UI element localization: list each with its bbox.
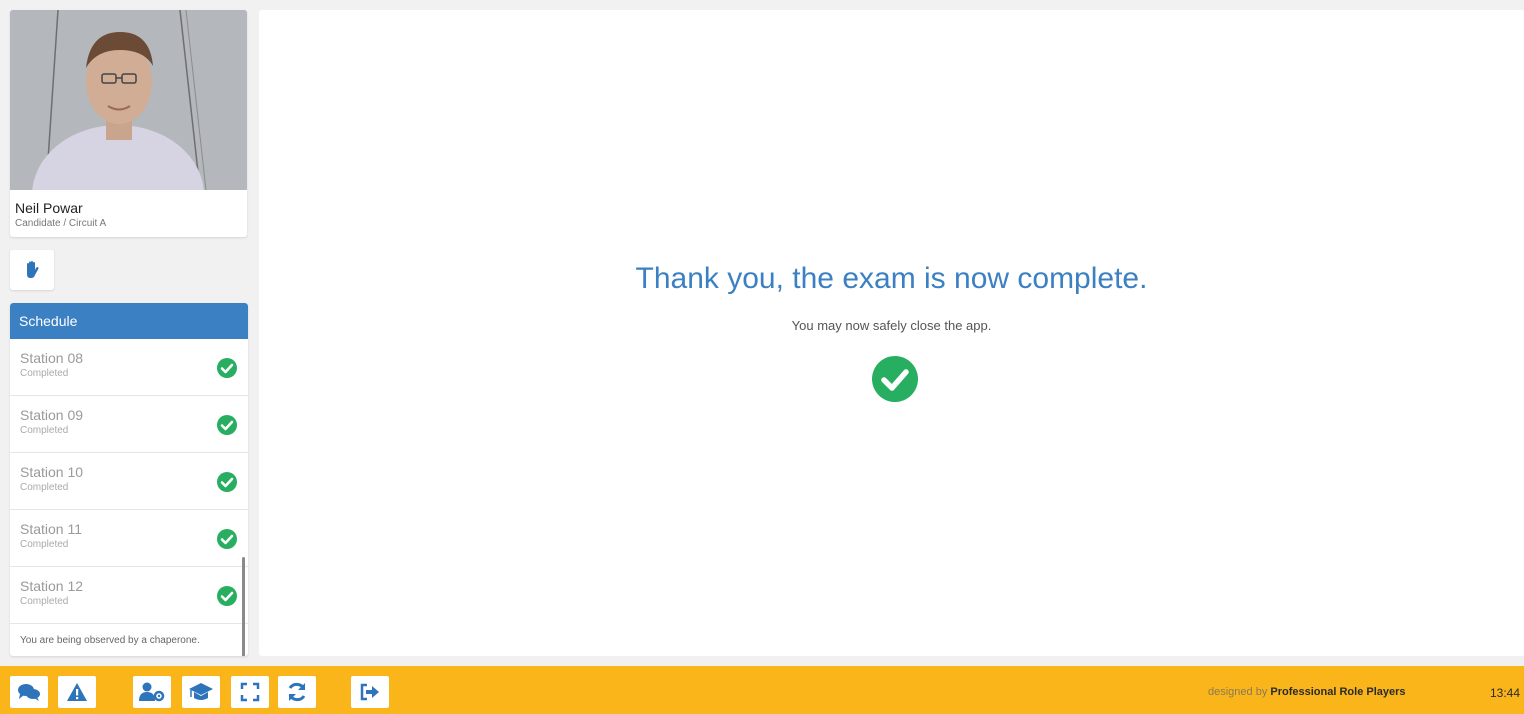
hand-icon: [27, 261, 39, 278]
check-circle-icon: [217, 472, 237, 492]
station-name: Station 09: [20, 407, 84, 423]
credit-text: designed by Professional Role Players: [1208, 686, 1406, 698]
chat-icon: [18, 684, 40, 701]
station-status: Completed: [20, 425, 69, 436]
schedule-list: Station 08 Completed Station 09 Complete…: [10, 339, 248, 656]
report-issue-button[interactable]: [58, 676, 96, 708]
refresh-icon: [288, 682, 306, 702]
main-panel: Thank you, the exam is now complete. You…: [259, 10, 1524, 656]
schedule-header: Schedule: [10, 303, 248, 339]
fullscreen-button[interactable]: [231, 676, 269, 708]
webcam-feed: [10, 10, 247, 190]
completion-subtitle: You may now safely close the app.: [791, 318, 992, 333]
station-name: Station 08: [20, 350, 84, 366]
graduation-cap-icon: [189, 683, 213, 700]
fullscreen-icon: [240, 682, 260, 702]
logout-button[interactable]: [351, 676, 389, 708]
footer-toolbar: designed by Professional Role Players 13…: [0, 666, 1524, 714]
station-status: Completed: [20, 596, 69, 607]
chaperone-note: You are being observed by a chaperone.: [20, 635, 200, 646]
station-name: Station 11: [20, 521, 83, 537]
credit-brand: Professional Role Players: [1270, 686, 1406, 698]
completion-title: Thank you, the exam is now complete.: [635, 262, 1148, 295]
station-name: Station 10: [20, 464, 84, 480]
candidate-card: Neil Powar Candidate / Circuit A: [10, 10, 247, 237]
warning-icon: [67, 683, 87, 701]
candidate-role: Candidate / Circuit A: [15, 218, 107, 229]
user-settings-button[interactable]: [133, 676, 171, 708]
check-circle-icon: [217, 586, 237, 606]
training-button[interactable]: [182, 676, 220, 708]
station-status: Completed: [20, 482, 69, 493]
webcam-image: [10, 10, 247, 190]
schedule-item[interactable]: Station 12 Completed: [10, 567, 248, 624]
logout-icon: [360, 683, 379, 701]
user-settings-icon: [139, 682, 165, 702]
raise-hand-button[interactable]: [10, 250, 54, 290]
check-circle-icon: [217, 529, 237, 549]
chat-button[interactable]: [10, 676, 48, 708]
schedule-item[interactable]: Station 11 Completed: [10, 510, 248, 567]
check-circle-icon: [217, 415, 237, 435]
schedule-item[interactable]: Station 09 Completed: [10, 396, 248, 453]
check-circle-icon: [872, 356, 918, 402]
candidate-name: Neil Powar: [15, 200, 83, 216]
schedule-scrollbar[interactable]: [242, 557, 245, 656]
check-circle-icon: [217, 358, 237, 378]
refresh-button[interactable]: [278, 676, 316, 708]
station-name: Station 12: [20, 578, 84, 594]
station-status: Completed: [20, 368, 69, 379]
schedule-item[interactable]: Station 08 Completed: [10, 339, 248, 396]
schedule-item[interactable]: Station 10 Completed: [10, 453, 248, 510]
schedule-panel: Schedule Station 08 Completed Station 09…: [10, 303, 248, 656]
station-status: Completed: [20, 539, 69, 550]
clock: 13:44: [1490, 686, 1521, 700]
credit-prefix: designed by: [1208, 686, 1268, 698]
